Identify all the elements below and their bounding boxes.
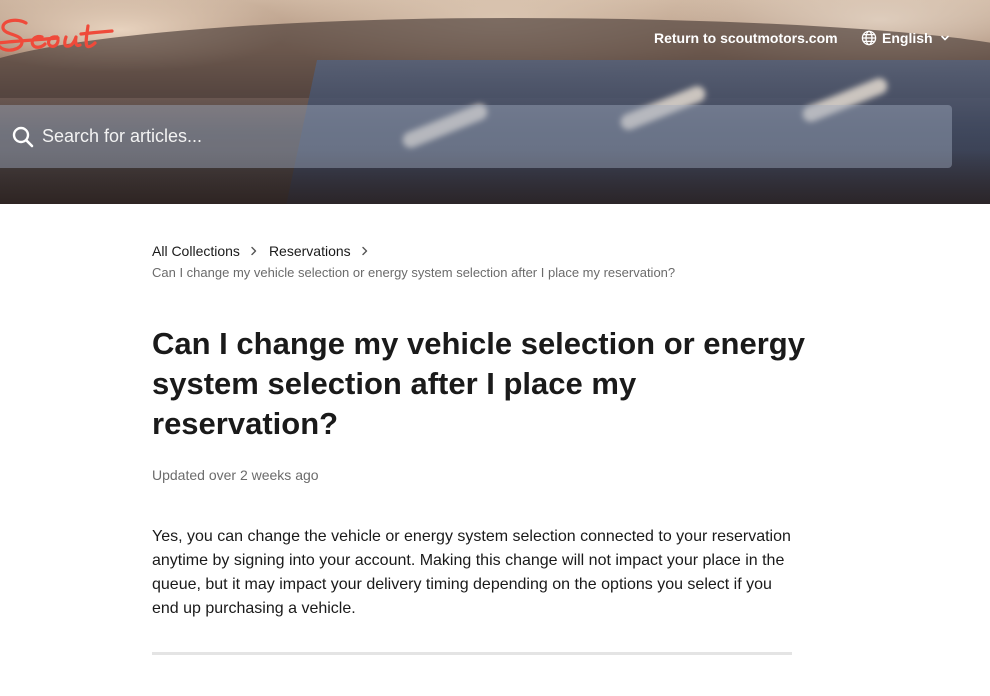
globe-icon	[861, 30, 877, 46]
scout-logo[interactable]	[0, 14, 118, 58]
search-input[interactable]	[42, 105, 952, 168]
breadcrumb-current-page: Can I change my vehicle selection or ene…	[152, 265, 676, 280]
language-selector[interactable]: English	[861, 29, 950, 47]
hero-banner	[0, 0, 990, 204]
return-to-site-link[interactable]: Return to scoutmotors.com	[654, 30, 838, 46]
breadcrumb-reservations[interactable]: Reservations	[269, 243, 351, 259]
breadcrumb: All Collections Reservations	[152, 243, 380, 259]
chevron-right-icon	[361, 246, 367, 256]
chevron-down-icon	[940, 35, 949, 41]
article-updated-timestamp: Updated over 2 weeks ago	[152, 467, 319, 483]
language-label: English	[882, 30, 933, 46]
search-icon	[12, 126, 34, 147]
article-divider	[152, 652, 792, 655]
chevron-right-icon	[251, 246, 257, 256]
article-body: Yes, you can change the vehicle or energ…	[152, 528, 791, 617]
breadcrumb-all-collections[interactable]: All Collections	[152, 243, 240, 259]
search-bar[interactable]	[0, 105, 952, 168]
article-title: Can I change my vehicle selection or ene…	[152, 326, 805, 441]
scout-logo-wordmark	[0, 18, 114, 52]
